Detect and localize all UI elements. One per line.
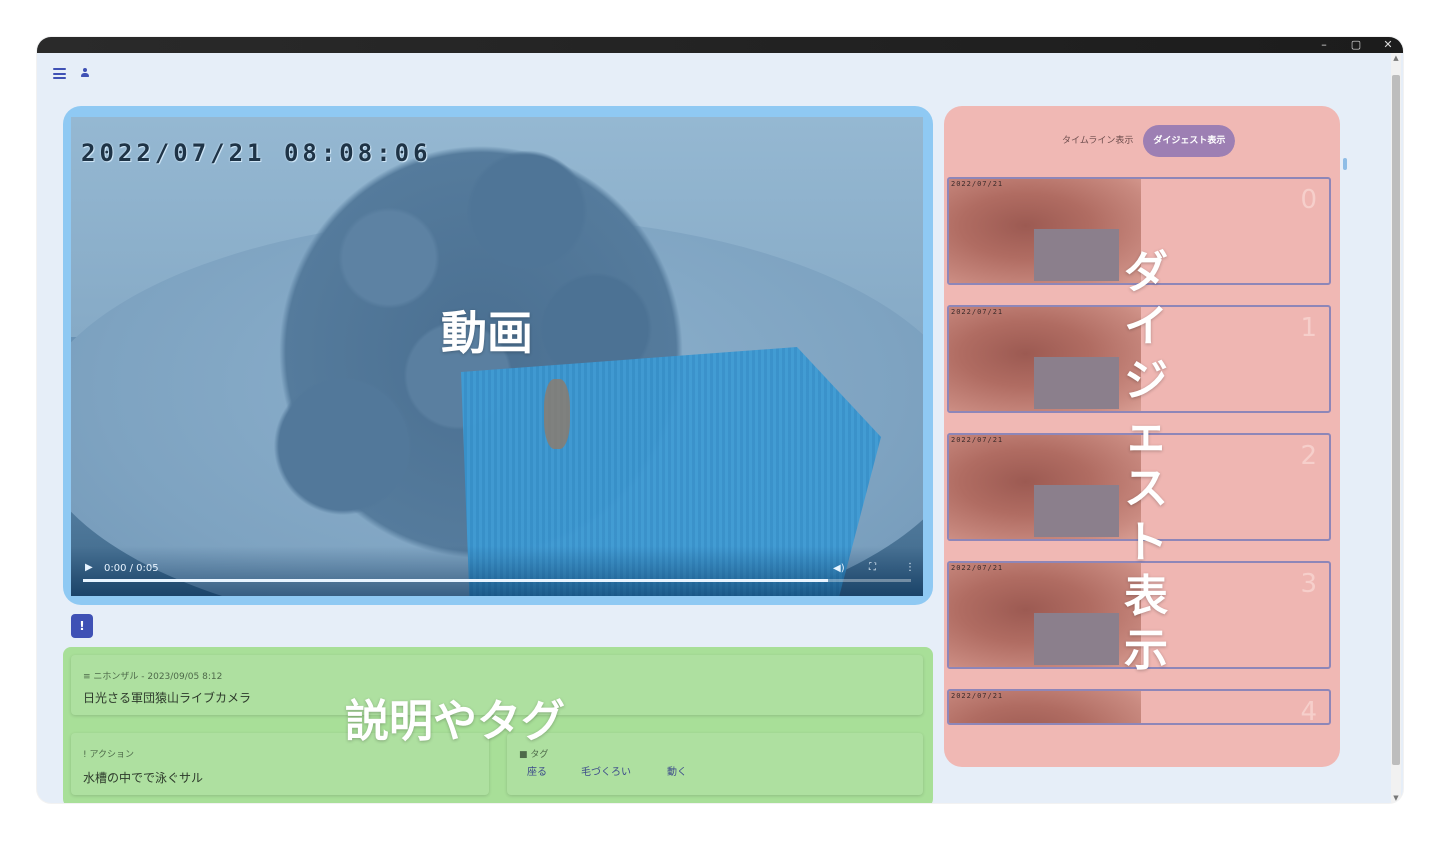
scrollbar-thumb[interactable] — [1392, 75, 1400, 765]
tag-chip[interactable]: 毛づくろい — [581, 763, 631, 778]
video-title: 日光さる軍団猿山ライブカメラ — [83, 691, 252, 705]
tab-digest[interactable]: ダイジェスト表示 — [1143, 125, 1236, 157]
digest-thumbnail: 2022/07/21 — [949, 307, 1141, 411]
play-icon[interactable]: ▶ — [85, 562, 93, 573]
action-text: 水槽の中でで泳ぐサル — [83, 771, 204, 785]
scroll-down-icon[interactable]: ▼ — [1392, 794, 1400, 802]
video-timestamp: 2022/07/21 08:08:06 — [81, 139, 432, 167]
app-window: – ▢ ✕ ▲ ▼ 2022/07/21 08:08:06 動画 ▶ 0:00 … — [37, 37, 1403, 803]
video-controls: ▶ 0:00 / 0:05 ◀) ⛶ ⋮ — [71, 546, 923, 596]
digest-thumbnail: 2022/07/21 — [949, 563, 1141, 667]
menu-icon[interactable] — [53, 68, 66, 79]
digest-scroll-indicator[interactable] — [1343, 158, 1347, 170]
time-display: 0:00 / 0:05 — [104, 563, 159, 574]
digest-panel: タイムライン表示 ダイジェスト表示 2022/07/21 0 2022/07/2… — [944, 106, 1340, 767]
view-tabs: タイムライン表示 ダイジェスト表示 — [1052, 125, 1236, 157]
digest-thumbnail: 2022/07/21 — [949, 691, 1141, 723]
fullscreen-icon[interactable]: ⛶ — [869, 562, 876, 573]
title-bar: – ▢ ✕ — [37, 37, 1403, 53]
digest-index: 4 — [1300, 697, 1317, 725]
digest-item[interactable]: 2022/07/21 4 — [947, 689, 1331, 725]
digest-index: 2 — [1300, 441, 1317, 471]
video-monkey — [544, 379, 570, 449]
volume-icon[interactable]: ◀) — [833, 563, 845, 574]
window-controls: – ▢ ✕ — [1315, 38, 1397, 51]
maximize-button[interactable]: ▢ — [1347, 38, 1365, 51]
video-overlay-label: 動画 — [441, 306, 533, 360]
action-meta: ! アクション — [83, 750, 135, 760]
video-progress-bar[interactable] — [83, 579, 911, 582]
description-overlay-label: 説明やタグ — [345, 696, 565, 747]
minimize-button[interactable]: – — [1315, 38, 1333, 51]
title-meta: ≡ ニホンザル - 2023/09/05 8:12 — [83, 672, 223, 682]
digest-index: 0 — [1300, 185, 1317, 215]
alert-button[interactable]: ! — [71, 614, 93, 638]
page-scrollbar[interactable]: ▲ ▼ — [1391, 53, 1401, 803]
tags-card: ■ タグ 座る 毛づくろい 動く — [507, 733, 923, 795]
video-panel: 2022/07/21 08:08:06 動画 ▶ 0:00 / 0:05 ◀) … — [63, 106, 933, 605]
top-toolbar — [53, 68, 90, 79]
scroll-up-icon[interactable]: ▲ — [1392, 54, 1400, 62]
description-panel: ≡ ニホンザル - 2023/09/05 8:12 日光さる軍団猿山ライブカメラ… — [63, 647, 933, 803]
digest-index: 3 — [1300, 569, 1317, 599]
more-options-icon[interactable]: ⋮ — [905, 562, 915, 573]
tab-timeline[interactable]: タイムライン表示 — [1052, 125, 1143, 157]
digest-thumbnail: 2022/07/21 — [949, 179, 1141, 283]
video-progress-fill — [83, 579, 829, 582]
tag-chip[interactable]: 座る — [527, 763, 547, 778]
video-player[interactable]: 2022/07/21 08:08:06 動画 ▶ 0:00 / 0:05 ◀) … — [71, 117, 923, 596]
digest-index: 1 — [1300, 313, 1317, 343]
account-icon[interactable] — [80, 68, 90, 79]
tag-chip[interactable]: 動く — [667, 763, 687, 778]
digest-thumbnail: 2022/07/21 — [949, 435, 1141, 539]
digest-overlay-label: ダイジェスト表示 — [1124, 247, 1168, 676]
close-button[interactable]: ✕ — [1379, 38, 1397, 51]
